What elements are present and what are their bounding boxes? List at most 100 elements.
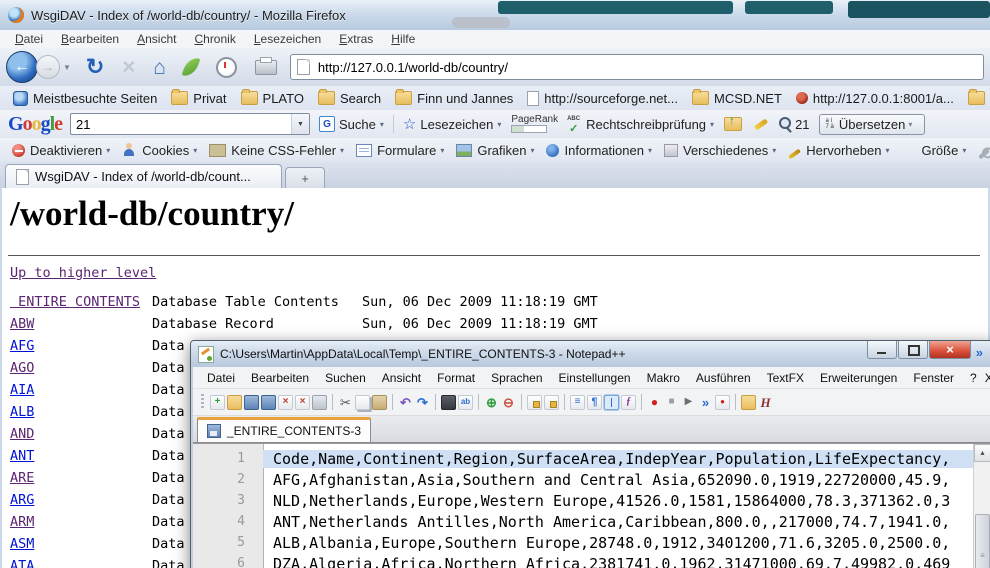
toolbar-icon[interactable]: ¶ (587, 395, 602, 410)
back-button[interactable]: ← (6, 51, 38, 83)
entry-link[interactable]: ARM (10, 514, 34, 530)
notepad-menu-item[interactable]: Fenster (905, 371, 962, 385)
print-button[interactable] (255, 60, 277, 75)
entry-link[interactable]: ARE (10, 470, 34, 486)
entry-link[interactable]: ENTIRE CONTENTS (10, 294, 140, 310)
webdev-menu-item[interactable]: Verschiedenes (658, 143, 782, 158)
notepad-menu-item[interactable]: Suchen (317, 371, 374, 385)
menu-item[interactable]: Chronik (185, 31, 244, 47)
menu-item[interactable]: Bearbeiten (52, 31, 128, 47)
entry-link[interactable]: AND (10, 426, 34, 442)
toolbar-icon[interactable] (527, 395, 542, 410)
toolbar-icon[interactable]: ⊖ (501, 395, 516, 410)
entry-link[interactable]: ATA (10, 558, 34, 568)
menu-item[interactable]: Lesezeichen (245, 31, 330, 47)
bookmark-item[interactable]: PLATO (234, 91, 311, 106)
menu-item[interactable]: Extras (330, 31, 382, 47)
history-icon[interactable] (216, 57, 237, 78)
toolbar-icon[interactable]: ✂ (338, 395, 353, 410)
toolbar-icon[interactable] (441, 395, 456, 410)
toolbar-icon[interactable]: ● (647, 395, 662, 410)
entry-link[interactable]: AFG (10, 338, 34, 354)
toolbar-icon[interactable] (564, 394, 565, 410)
webdev-menu-item[interactable]: Informationen (540, 143, 658, 158)
editor-line[interactable]: 5 ALB,Albania,Europe,Southern Europe,287… (193, 532, 990, 553)
notepad-titlebar[interactable]: C:\Users\Martin\AppData\Local\Temp\_ENTI… (191, 341, 990, 367)
toolbar-icon[interactable]: ■ (664, 395, 679, 410)
editor-line[interactable]: 2 AFG,Afghanistan,Asia,Southern and Cent… (193, 469, 990, 490)
editor-line[interactable]: 6 DZA,Algeria,Africa,Northern Africa,238… (193, 553, 990, 568)
menu-item[interactable]: Datei (6, 31, 52, 47)
notepad-menu-item[interactable]: Format (429, 371, 483, 385)
minimize-button[interactable] (867, 341, 897, 359)
toolbar-icon[interactable]: + (210, 395, 225, 410)
toolbar-icon[interactable] (641, 394, 642, 410)
webdev-menu-item[interactable]: Cookies (116, 143, 203, 158)
browser-tab[interactable]: WsgiDAV - Index of /world-db/count... (5, 164, 282, 188)
firefox-titlebar[interactable]: WsgiDAV - Index of /world-db/country/ - … (0, 0, 990, 31)
new-tab-button[interactable]: + (285, 167, 325, 188)
toolbar-icon[interactable] (392, 394, 393, 410)
toolbar-icon[interactable] (332, 394, 333, 410)
history-dropdown-icon[interactable]: ▼ (63, 63, 71, 72)
document-tab[interactable]: _ENTIRE_CONTENTS-3 (197, 417, 371, 442)
menu-item[interactable]: Hilfe (382, 31, 424, 47)
feed-icon[interactable] (182, 56, 200, 79)
notepad-menu-item[interactable]: Makro (639, 371, 688, 385)
toolbar-icon[interactable] (604, 395, 619, 410)
bookmark-item[interactable]: Search (311, 91, 388, 106)
toolbar-icon[interactable] (244, 395, 259, 410)
toolbar-icon[interactable]: » (698, 395, 713, 410)
entry-link[interactable]: ALB (10, 404, 34, 420)
bookmark-item[interactable]: MCSD.NET (685, 91, 789, 106)
spellcheck-button[interactable]: Rechtschreibprüfung (567, 117, 714, 132)
toolbar-icon[interactable]: H (758, 395, 773, 410)
notepad-menu-item[interactable]: Erweiterungen (812, 371, 905, 385)
editor-line[interactable]: 4 ANT,Netherlands Antilles,North America… (193, 511, 990, 532)
toolbar-icon[interactable]: ↷ (415, 395, 430, 410)
toolbar-icon[interactable] (355, 395, 370, 410)
toolbar-icon[interactable] (741, 395, 756, 410)
entry-link[interactable]: AIA (10, 382, 34, 398)
entry-link[interactable]: AGO (10, 360, 34, 376)
notepad-menu-item[interactable]: Ansicht (374, 371, 429, 385)
vertical-scrollbar[interactable]: ▲ ≡ (973, 444, 990, 568)
bookmark-item[interactable]: Tree Samples (961, 91, 990, 106)
notepad-menu-item[interactable]: Datei (199, 371, 243, 385)
toolbar-icon[interactable]: ▶ (681, 395, 696, 410)
notepad-menu-item[interactable]: TextFX (759, 371, 812, 385)
webdev-menu-item[interactable]: Keine CSS-Fehler (203, 143, 350, 158)
google-search-box[interactable]: ▼ (70, 113, 310, 135)
highlighter-icon[interactable] (754, 118, 768, 130)
toolbar-icon[interactable]: ab (458, 395, 473, 410)
translate-button[interactable]: a í 7 ä Übersetzen ▾ (819, 114, 926, 135)
entry-link[interactable]: ANT (10, 448, 34, 464)
up-to-higher-level-link[interactable]: Up to higher level (10, 265, 156, 281)
toolbar-icon[interactable]: ⊕ (484, 395, 499, 410)
google-bookmarks-button[interactable]: ☆ Lesezeichen (403, 115, 501, 133)
menu-item[interactable]: Ansicht (128, 31, 185, 47)
editor-area[interactable]: 1 Code,Name,Continent,Region,SurfaceArea… (193, 443, 990, 568)
entry-link[interactable]: ABW (10, 316, 34, 332)
toolbar-icon[interactable]: ≡ (570, 395, 585, 410)
word-find-icon[interactable] (778, 117, 792, 131)
toolbar-icon[interactable] (735, 394, 736, 410)
bookmark-item[interactable]: http://sourceforge.net... (520, 91, 685, 106)
toolbar-icon[interactable] (261, 395, 276, 410)
notepad-menu-item[interactable]: Bearbeiten (243, 371, 317, 385)
url-bar[interactable] (290, 54, 984, 80)
send-to-icon[interactable] (724, 117, 742, 131)
editor-line[interactable]: 1 Code,Name,Continent,Region,SurfaceArea… (193, 448, 990, 469)
webdev-menu-item[interactable]: Grafiken (450, 143, 540, 158)
toolbar-icon[interactable]: ↶ (398, 395, 413, 410)
notepad-menu-item[interactable]: ? (962, 371, 985, 385)
stop-button[interactable]: × (122, 56, 135, 78)
toolbar-icon[interactable] (312, 395, 327, 410)
bookmark-item[interactable]: Finn und Jannes (388, 91, 520, 106)
toolbar-icon[interactable] (435, 394, 436, 410)
mdi-close-button[interactable]: X (985, 371, 990, 385)
close-button[interactable]: × (929, 341, 971, 359)
webdev-menu-item[interactable]: Extras (972, 143, 990, 158)
toolbar-icon[interactable]: × (295, 395, 310, 410)
search-dropdown-icon[interactable]: ▼ (291, 114, 309, 134)
